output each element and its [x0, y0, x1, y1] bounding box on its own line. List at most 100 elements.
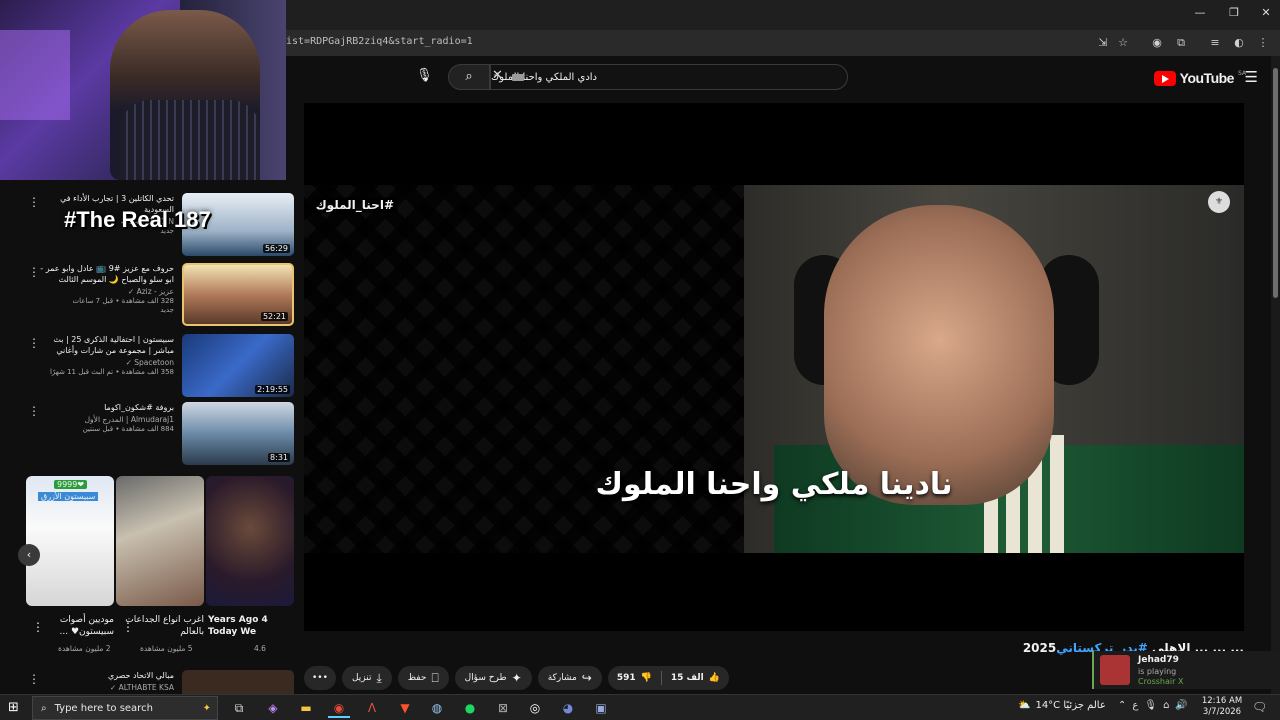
voice-search-icon[interactable]: 🎙 [416, 68, 433, 83]
share-button[interactable]: مشاركة ↪ [537, 666, 602, 690]
webcam-jersey [120, 100, 260, 180]
video-player[interactable]: #احنا_الملوك ⚜ نادينا ملكي واحنا الملوك [304, 103, 1244, 631]
item-menu-icon[interactable]: ⋮ [28, 672, 40, 686]
short-thumbnail[interactable] [206, 476, 294, 606]
app-window-icon[interactable]: ▣ [590, 698, 612, 718]
download-button[interactable]: تنزيل ⤓ [341, 666, 392, 690]
item-menu-icon[interactable]: ⋮ [28, 195, 40, 209]
volume-icon[interactable]: 🔊 [1175, 700, 1187, 711]
webcam-overlay [0, 0, 286, 180]
ask-button[interactable]: طرح سؤال ✦ [454, 666, 532, 690]
scrollbar-thumb[interactable] [1273, 68, 1278, 298]
clock-time: 12:16 AM [1201, 696, 1243, 706]
shorts-prev-button[interactable]: ‹ [18, 544, 40, 566]
search-icon: ⌕ [465, 69, 473, 84]
duration-badge: 8:31 [268, 453, 290, 462]
extension-icon[interactable]: ◉ [1148, 34, 1166, 52]
duration-badge: 56:29 [262, 244, 290, 253]
xbox-icon[interactable]: ⊠ [492, 698, 514, 718]
short-views: 4.6 [254, 644, 266, 653]
item-menu-icon[interactable]: ⋮ [28, 404, 40, 418]
notification-status: is playing [1138, 667, 1177, 676]
task-view-icon[interactable]: ⧉ [228, 698, 250, 718]
app-a-icon[interactable]: Λ [361, 698, 383, 718]
notification-center-icon[interactable]: 🗨 [1252, 700, 1267, 714]
discord-icon[interactable]: ◕ [557, 698, 579, 718]
video-item-title[interactable]: بروفة #شكون_اكوما [34, 402, 174, 413]
list-item[interactable]: 8:31 بروفة #شكون_اكوما Almudaraj1 | المد… [0, 402, 300, 470]
save-button[interactable]: حفظ ⎕ [397, 666, 449, 690]
windows-start-icon[interactable]: ⊞ [8, 700, 19, 715]
item-menu-icon[interactable]: ⋮ [28, 265, 40, 279]
close-window-button[interactable]: ✕ [1256, 6, 1276, 24]
video-thumbnail[interactable] [182, 670, 294, 695]
tray-lang[interactable]: ع [1132, 700, 1138, 711]
short-thumbnail[interactable]: 9999❤ سبيستون الأزرق [26, 476, 114, 606]
taskbar-clock[interactable]: 12:16 AM 3/7/2026 [1200, 696, 1244, 718]
hamburger-menu-icon[interactable]: ☰ [1245, 68, 1258, 86]
singer-face [824, 205, 1054, 505]
network-icon[interactable]: ⌂ [1163, 700, 1169, 711]
video-item-title[interactable]: مبالي الاتحاد حصري [34, 670, 174, 681]
obs-icon[interactable]: ◎ [524, 698, 546, 718]
mic-tray-icon[interactable]: 🎙 [1144, 700, 1157, 711]
puzzle-icon[interactable]: ⧉ [1172, 34, 1190, 52]
short-menu-icon[interactable]: ⋮ [122, 620, 134, 634]
search-input[interactable]: دادي الملكي واحنا الملوك [490, 64, 848, 90]
short-menu-icon[interactable]: ⋮ [32, 620, 44, 634]
url-text[interactable]: ist=RDPGajRB2ziq4&start_radio=1 [286, 36, 473, 47]
download-icon: ⤓ [376, 670, 382, 685]
thumbs-up-icon: 👍 [708, 673, 720, 683]
more-actions-button[interactable]: ••• [304, 666, 336, 690]
media-control-icon[interactable]: ≡ [1206, 34, 1224, 52]
video-item-title[interactable]: حروف مع عزيز #9 📺 عادل وابو عمر - ابو سل… [34, 263, 174, 285]
video-meta: بروفة #شكون_اكوما Almudaraj1 | المدرج ال… [34, 402, 174, 433]
short-title[interactable]: Years Ago 4 Today We [208, 614, 294, 638]
address-bar[interactable]: ist=RDPGajRB2ziq4&start_radio=1 ⇲ ☆ ◉ ⧉ … [286, 30, 1280, 56]
video-thumbnail[interactable]: 8:31 [182, 402, 294, 465]
video-item-title[interactable]: سبيستون | احتفالية الذكرى 25 | بث مباشر … [34, 334, 174, 356]
page-scrollbar[interactable] [1271, 56, 1280, 694]
keyboard-icon[interactable] [512, 74, 524, 81]
kebab-menu-icon[interactable]: ⋮ [1254, 34, 1272, 52]
channel-name[interactable]: عزيز - Aziz ✓ [34, 287, 174, 296]
search-button[interactable]: ⌕ [448, 64, 490, 90]
tray-chevron-icon[interactable]: ⌃ [1118, 700, 1126, 711]
install-icon[interactable]: ⇲ [1094, 34, 1112, 52]
channel-name[interactable]: ALTHABTE KSA ✓ [34, 683, 174, 692]
youtube-logo[interactable]: YouTube SA [1153, 68, 1246, 88]
list-item[interactable]: 2:19:55 سبيستون | احتفالية الذكرى 25 | ب… [0, 334, 300, 402]
spotify-icon[interactable]: ● [459, 698, 481, 718]
list-item[interactable]: مبالي الاتحاد حصري ALTHABTE KSA ✓ ⋮ [0, 670, 300, 695]
view-count: 328 الف مشاهدة • قبل 7 ساعات [72, 297, 174, 305]
clear-search-icon[interactable]: ✕ [492, 68, 503, 83]
list-item[interactable]: 52:21 حروف مع عزيز #9 📺 عادل وابو عمر - … [0, 263, 300, 331]
brave-icon[interactable]: ▼ [394, 698, 416, 718]
taskbar-search-input[interactable]: ⌕ Type here to search ✦ [32, 696, 218, 720]
dislike-button[interactable]: 591 👎 [608, 673, 661, 683]
item-menu-icon[interactable]: ⋮ [28, 336, 40, 350]
weather-widget[interactable]: ⛅ 14°C عالم جزئيًا [1018, 700, 1106, 711]
steam-icon[interactable]: ◍ [426, 698, 448, 718]
like-button[interactable]: 15 الف 👍 [662, 673, 729, 683]
youtube-header: 🎙 ⌕ دادي الملكي واحنا الملوك ✕ YouTube S… [286, 56, 1280, 100]
steam-notification[interactable]: Jehad79 is playing Crosshair X [1092, 651, 1280, 689]
profile-icon[interactable]: ◐ [1230, 34, 1248, 52]
minimize-button[interactable]: — [1190, 6, 1210, 24]
channel-name[interactable]: Spacetoon ✓ [34, 358, 174, 367]
dislike-count: 591 [616, 673, 636, 683]
video-frame[interactable]: #احنا_الملوك ⚜ نادينا ملكي واحنا الملوك [304, 185, 1244, 553]
bookmark-star-icon[interactable]: ☆ [1114, 34, 1132, 52]
channel-name[interactable]: Almudaraj1 | المدرج الأول [34, 415, 174, 424]
short-thumbnail[interactable] [116, 476, 204, 606]
user-avatar [1100, 655, 1130, 685]
title-year: 2025 [1022, 641, 1057, 655]
video-thumbnail[interactable]: 52:21 [182, 263, 294, 326]
new-badge: جديد [160, 306, 174, 314]
video-thumbnail[interactable]: 2:19:55 [182, 334, 294, 397]
maximize-button[interactable]: ❐ [1224, 6, 1244, 24]
like-count: 15 الف [670, 673, 704, 683]
chrome-icon[interactable]: ◉ [328, 698, 350, 718]
copilot-icon[interactable]: ◈ [262, 698, 284, 718]
file-explorer-icon[interactable]: ▬ [295, 698, 317, 718]
